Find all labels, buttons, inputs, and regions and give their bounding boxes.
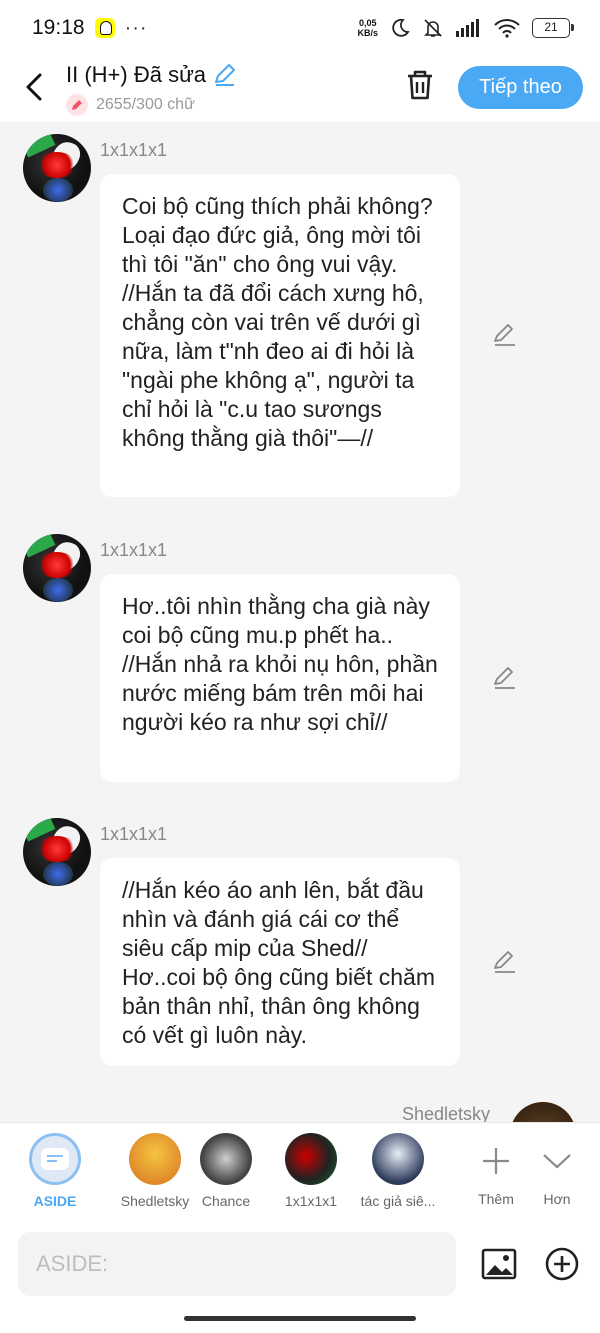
chevron-left-icon bbox=[26, 73, 42, 101]
character-1x1x1x1[interactable]: 1x1x1x1 bbox=[276, 1133, 346, 1209]
aside-icon bbox=[29, 1133, 81, 1185]
add-icon[interactable] bbox=[544, 1246, 580, 1282]
pencil-icon bbox=[66, 94, 88, 116]
edit-title-icon[interactable] bbox=[212, 62, 238, 88]
next-button[interactable]: Tiếp theo bbox=[458, 66, 583, 109]
image-icon[interactable] bbox=[481, 1246, 517, 1282]
status-time: 19:18 bbox=[32, 16, 85, 39]
edit-message-icon[interactable] bbox=[492, 949, 518, 975]
sender-name: 1x1x1x1 bbox=[100, 540, 168, 560]
character-label: Shedletsky bbox=[120, 1193, 190, 1209]
avatar[interactable] bbox=[23, 818, 91, 886]
more-label: Thêm bbox=[478, 1191, 514, 1207]
signal-icon bbox=[456, 19, 479, 37]
character-label: tác giả siê... bbox=[360, 1193, 436, 1209]
avatar bbox=[200, 1133, 252, 1185]
network-speed-unit: KB/s bbox=[357, 28, 378, 38]
moon-icon bbox=[392, 18, 410, 37]
message-bubble[interactable]: //Hắn kéo áo anh lên, bắt đầu nhìn và đá… bbox=[100, 858, 460, 1066]
avatar-partial[interactable] bbox=[510, 1102, 576, 1122]
sender-name-partial: Shedletsky bbox=[402, 1104, 491, 1122]
message-bubble[interactable]: Hơ..tôi nhìn thằng cha già này coi bộ cũ… bbox=[100, 574, 460, 782]
back-button[interactable] bbox=[20, 70, 48, 104]
character-selector: ASIDE Shedletsky Chance 1x1x1x1 tác giả … bbox=[0, 1122, 600, 1220]
message-list[interactable]: 1x1x1x1 Coi bộ cũng thích phải không? Lo… bbox=[0, 122, 600, 1122]
page-title-text: II (H+) Đã sửa bbox=[66, 62, 207, 87]
bell-off-icon bbox=[424, 19, 442, 37]
expand-button[interactable]: Hơn bbox=[527, 1137, 587, 1207]
trash-icon[interactable] bbox=[404, 68, 436, 102]
avatar bbox=[129, 1133, 181, 1185]
sender-name: 1x1x1x1 bbox=[100, 824, 168, 844]
character-aside[interactable]: ASIDE bbox=[25, 1133, 85, 1209]
character-label: Chance bbox=[201, 1193, 251, 1209]
message-input[interactable] bbox=[18, 1232, 456, 1296]
avatar[interactable] bbox=[23, 134, 91, 202]
editor-header: II (H+) Đã sửa 2655/300 chữ Tiếp theo bbox=[0, 56, 600, 122]
wifi-icon bbox=[494, 19, 520, 38]
character-shedletsky[interactable]: Shedletsky bbox=[105, 1133, 205, 1209]
character-chance[interactable]: Chance bbox=[196, 1133, 256, 1209]
edit-message-icon[interactable] bbox=[492, 665, 518, 691]
character-author[interactable]: tác giả siê... bbox=[356, 1133, 440, 1209]
avatar bbox=[372, 1133, 424, 1185]
input-bar bbox=[0, 1220, 600, 1333]
page-title: II (H+) Đã sửa bbox=[66, 62, 238, 88]
word-count-text: 2655/300 chữ bbox=[96, 96, 195, 113]
plus-icon bbox=[483, 1148, 509, 1174]
more-characters-button[interactable]: Thêm bbox=[466, 1137, 526, 1207]
less-label: Hơn bbox=[543, 1191, 571, 1207]
chevron-down-icon bbox=[543, 1154, 571, 1169]
home-indicator[interactable] bbox=[184, 1316, 416, 1321]
status-bar: 19:18 ··· 0,05 KB/s 21 bbox=[0, 0, 600, 56]
sender-name: 1x1x1x1 bbox=[100, 140, 168, 160]
word-count: 2655/300 chữ bbox=[66, 94, 238, 116]
message-bubble[interactable]: Coi bộ cũng thích phải không? Loại đạo đ… bbox=[100, 174, 460, 497]
snapchat-icon bbox=[94, 18, 115, 38]
more-notifications-icon: ··· bbox=[124, 16, 148, 39]
title-area: II (H+) Đã sửa 2655/300 chữ bbox=[66, 62, 238, 116]
edit-message-icon[interactable] bbox=[492, 322, 518, 348]
character-label: ASIDE bbox=[33, 1193, 77, 1209]
battery-indicator: 21 bbox=[532, 18, 574, 38]
character-label: 1x1x1x1 bbox=[284, 1193, 338, 1209]
avatar bbox=[285, 1133, 337, 1185]
network-speed-value: 0,05 bbox=[358, 18, 377, 28]
network-speed: 0,05 KB/s bbox=[357, 18, 378, 38]
avatar[interactable] bbox=[23, 534, 91, 602]
